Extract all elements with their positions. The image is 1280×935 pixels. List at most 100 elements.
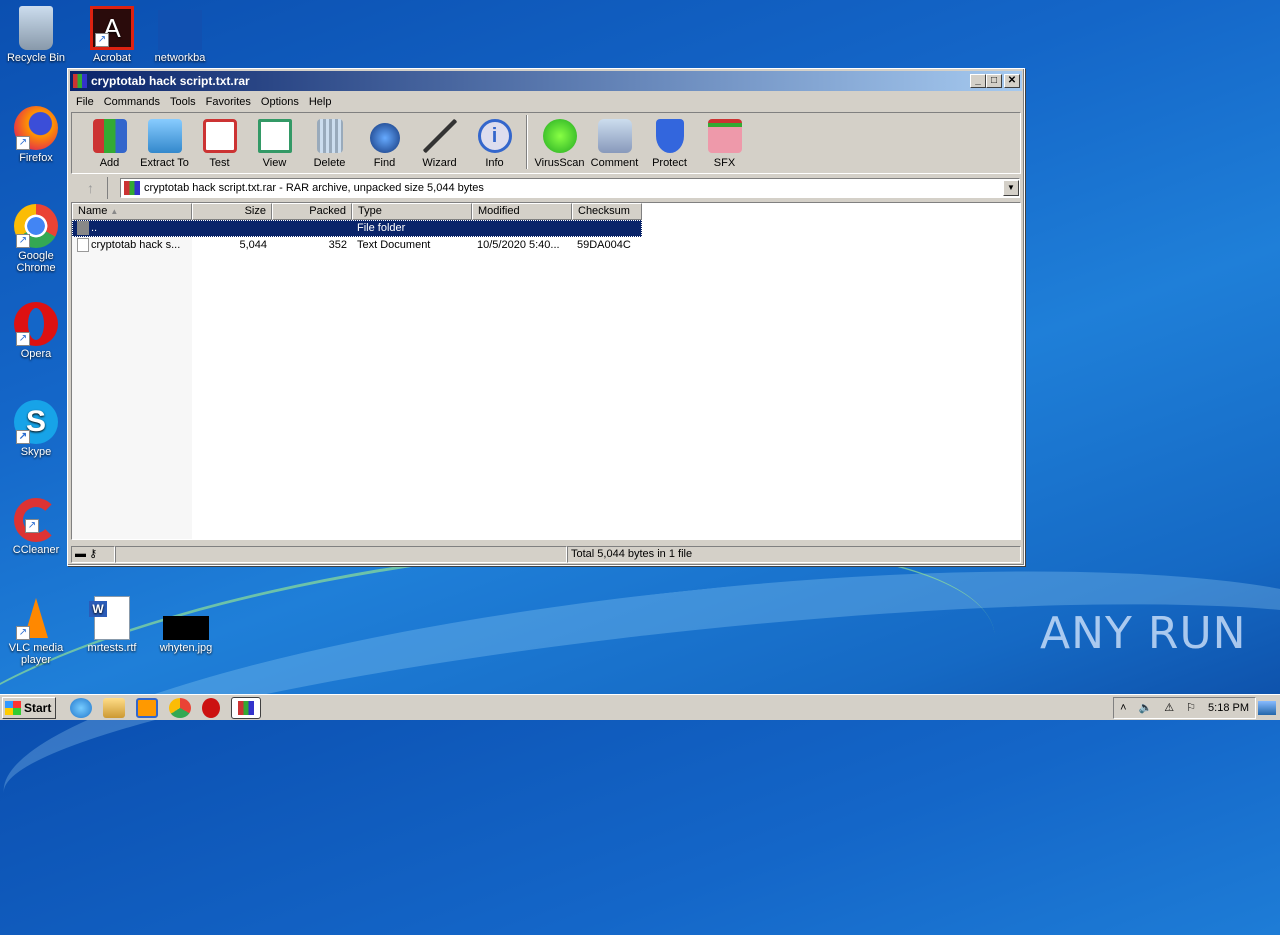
chrome-taskbar-icon[interactable] <box>169 697 191 718</box>
start-button[interactable]: Start <box>2 696 56 719</box>
rar-archive-icon <box>124 181 140 195</box>
vlc-icon: ↗ <box>14 596 58 640</box>
skype-icon: S ↗ <box>14 400 58 444</box>
column-header-packed[interactable]: Packed <box>272 203 352 220</box>
desktop-icon-recycle-bin[interactable]: Recycle Bin <box>1 6 71 64</box>
networkba-icon <box>158 10 202 50</box>
address-field[interactable]: cryptotab hack script.txt.rar - RAR arch… <box>120 178 1020 198</box>
delete-button[interactable]: Delete <box>302 119 357 173</box>
network-warning-icon[interactable]: ⚠ <box>1164 701 1174 714</box>
book-icon <box>257 119 292 153</box>
add-icon <box>92 119 127 153</box>
show-desktop-button[interactable] <box>1258 700 1276 715</box>
folder-icon <box>147 119 182 153</box>
show-hidden-icons-icon[interactable]: ˄ <box>1120 702 1126 714</box>
status-selection <box>115 546 567 563</box>
status-total: Total 5,044 bytes in 1 file <box>567 546 1021 563</box>
menu-options[interactable]: Options <box>257 96 305 108</box>
toolbar: Add Extract To Test View Delete Find Wiz… <box>71 112 1021 174</box>
chevron-down-icon[interactable]: ▼ <box>1003 180 1019 196</box>
status-drive-key-icons[interactable]: ▬ ⚷ <box>71 546 115 563</box>
title-bar[interactable]: cryptotab hack script.txt.rar _ □ ✕ <box>70 71 1022 91</box>
magic-wand-icon <box>422 119 457 153</box>
wizard-button[interactable]: Wizard <box>412 119 467 173</box>
action-center-flag-icon[interactable]: ⚐ <box>1186 701 1196 714</box>
column-header-size[interactable]: Size <box>192 203 272 220</box>
image-file-icon <box>163 616 209 640</box>
magnifier-icon <box>369 123 400 153</box>
chrome-icon: ↗ <box>14 204 58 248</box>
word-document-icon: W <box>89 596 130 640</box>
virusscan-button[interactable]: VirusScan <box>532 119 587 173</box>
protect-button[interactable]: Protect <box>642 119 697 173</box>
maximize-button[interactable]: □ <box>986 74 1002 88</box>
info-button[interactable]: i Info <box>467 119 522 173</box>
text-document-icon <box>77 238 89 253</box>
file-explorer-icon[interactable] <box>103 697 125 718</box>
desktop-icon-firefox[interactable]: ↗ Firefox <box>1 106 71 164</box>
add-button[interactable]: Add <box>82 119 137 173</box>
status-bar: ▬ ⚷ Total 5,044 bytes in 1 file <box>71 546 1021 564</box>
menu-file[interactable]: File <box>72 96 100 108</box>
key-icon: ⚷ <box>89 548 98 560</box>
comment-button[interactable]: Comment <box>587 119 642 173</box>
extract-to-button[interactable]: Extract To <box>137 119 192 173</box>
column-header-modified[interactable]: Modified <box>472 203 572 220</box>
desktop-icon-acrobat[interactable]: A ↗ Acrobat <box>77 6 147 64</box>
system-tray: ˄ 🔈 ⚠ ⚐ 5:18 PM <box>1113 696 1256 719</box>
winrar-taskbar-button[interactable] <box>231 696 261 719</box>
winrar-window: cryptotab hack script.txt.rar _ □ ✕ File… <box>67 68 1025 566</box>
menu-bar: File Commands Tools Favorites Options He… <box>68 93 1024 111</box>
desktop-icon-opera[interactable]: ↗ Opera <box>1 302 71 360</box>
comment-icon <box>597 119 632 153</box>
find-button[interactable]: Find <box>357 123 412 173</box>
menu-tools[interactable]: Tools <box>166 96 202 108</box>
media-player-icon[interactable] <box>136 697 158 718</box>
test-button[interactable]: Test <box>192 119 247 173</box>
table-row-parent-folder[interactable]: .. File folder <box>72 220 642 237</box>
minimize-button[interactable]: _ <box>970 74 986 88</box>
firefox-icon: ↗ <box>14 106 58 150</box>
desktop-icon-whyten-jpg[interactable]: whyten.jpg <box>151 596 221 654</box>
toolbar-separator <box>526 115 528 169</box>
drive-icon: ▬ <box>75 548 86 560</box>
column-header-checksum[interactable]: Checksum <box>572 203 642 220</box>
desktop-icon-vlc[interactable]: ↗ VLC media player <box>1 596 71 666</box>
desktop-icon-skype[interactable]: S ↗ Skype <box>1 400 71 458</box>
sfx-button[interactable]: SFX <box>697 119 752 173</box>
menu-help[interactable]: Help <box>305 96 338 108</box>
info-icon: i <box>477 119 512 153</box>
desktop-icon-google-chrome[interactable]: ↗ Google Chrome <box>1 204 71 274</box>
trash-icon <box>316 119 343 153</box>
winrar-icon <box>238 700 254 715</box>
clipboard-check-icon <box>202 119 237 153</box>
desktop-icon-mrtests-rtf[interactable]: W mrtests.rtf <box>77 596 147 654</box>
volume-icon[interactable]: 🔈 <box>1139 701 1153 714</box>
column-header-type[interactable]: Type <box>352 203 472 220</box>
column-header-name[interactable]: Name ▲ <box>72 203 192 220</box>
sort-ascending-icon: ▲ <box>110 207 119 216</box>
close-button[interactable]: ✕ <box>1004 74 1020 88</box>
view-button[interactable]: View <box>247 119 302 173</box>
virus-scan-icon <box>542 119 577 153</box>
desktop-icon-networkba[interactable]: networkba <box>145 6 215 64</box>
address-row: ↑ cryptotab hack script.txt.rar - RAR ar… <box>68 175 1024 201</box>
anyrun-watermark: ANY RUN <box>1040 608 1247 659</box>
winrar-icon <box>73 74 87 88</box>
internet-explorer-icon[interactable] <box>70 697 92 718</box>
up-one-level-button[interactable]: ↑ <box>74 177 108 199</box>
menu-favorites[interactable]: Favorites <box>202 96 257 108</box>
clock[interactable]: 5:18 PM <box>1208 702 1249 714</box>
table-row-file[interactable]: cryptotab hack s... 5,044 352 Text Docum… <box>72 237 1020 254</box>
opera-taskbar-icon[interactable] <box>202 697 220 718</box>
ccleaner-icon: ↗ <box>14 498 58 542</box>
windows-logo-icon <box>5 700 21 715</box>
desktop-icon-ccleaner[interactable]: ↗ CCleaner <box>1 498 71 556</box>
name-column-shade <box>72 220 192 539</box>
menu-commands[interactable]: Commands <box>100 96 166 108</box>
taskbar: Start ˄ 🔈 ⚠ ⚐ 5:18 PM <box>0 694 1280 720</box>
window-title: cryptotab hack script.txt.rar <box>91 74 250 88</box>
recycle-bin-icon <box>19 6 53 50</box>
folder-up-icon <box>77 221 89 236</box>
sfx-box-icon <box>707 119 742 153</box>
